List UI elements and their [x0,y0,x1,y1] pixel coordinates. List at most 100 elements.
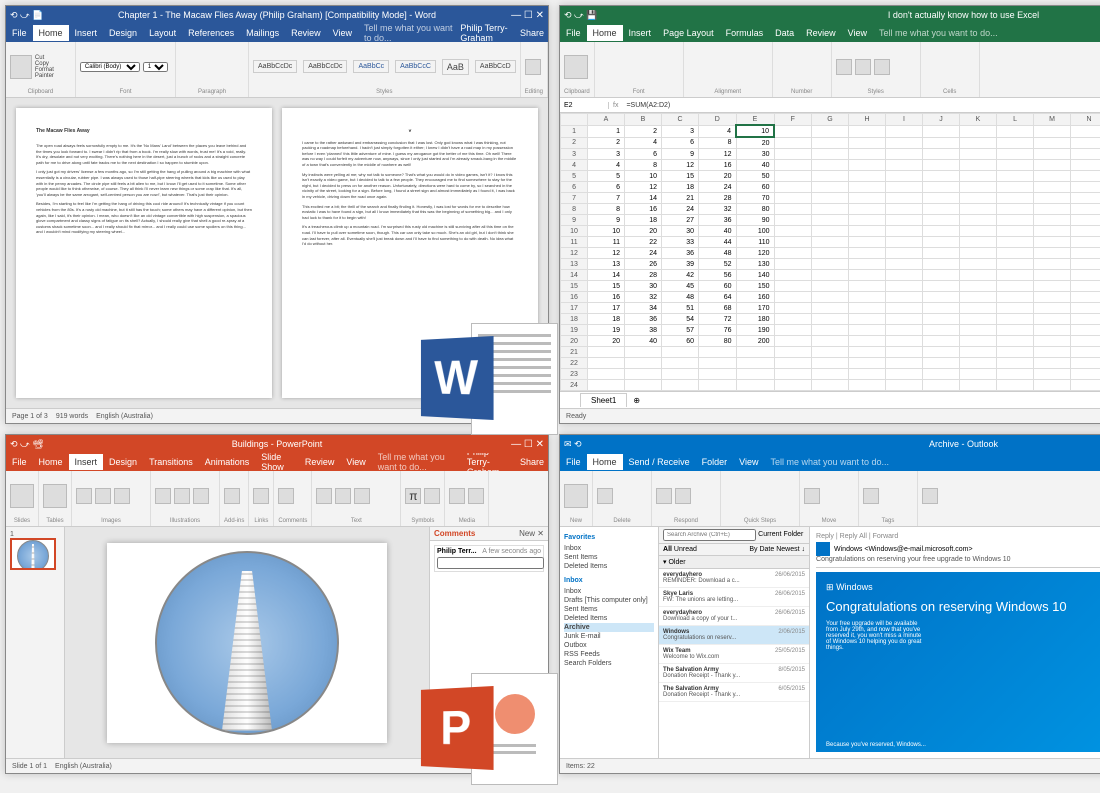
col-header[interactable]: A [588,114,625,126]
cell[interactable] [736,347,774,358]
cell[interactable] [849,182,886,193]
cell[interactable] [774,380,812,391]
new-slide-icon[interactable] [10,484,34,508]
new-comment-button[interactable]: New [519,529,535,538]
cell[interactable] [1034,292,1071,303]
cell[interactable] [849,149,886,160]
user-name[interactable]: Philip Terry-Graham [460,23,514,43]
cell[interactable]: 6 [662,137,699,149]
tab-pagelayout[interactable]: Page Layout [657,25,720,41]
cell[interactable]: 48 [699,248,737,259]
cell[interactable] [1034,270,1071,281]
cell[interactable] [774,358,812,369]
tab-file[interactable]: File [6,25,33,41]
nav-sent[interactable]: Sent Items [564,553,654,562]
cell[interactable]: 9 [588,215,625,226]
tab-view[interactable]: View [340,454,371,470]
cell[interactable] [960,325,997,336]
cell[interactable] [1034,125,1071,137]
cell[interactable] [774,336,812,347]
cell[interactable]: 24 [625,248,662,259]
tab-folder[interactable]: Folder [696,454,734,470]
cell[interactable] [960,347,997,358]
cell[interactable] [774,226,812,237]
row-header[interactable]: 4 [561,160,588,171]
smartart-icon[interactable] [174,488,190,504]
reply-icon[interactable] [656,488,672,504]
col-header[interactable]: I [886,114,923,126]
cell[interactable] [960,314,997,325]
cell[interactable] [1071,358,1100,369]
cell[interactable] [625,358,662,369]
cell[interactable] [812,226,849,237]
cell[interactable] [960,248,997,259]
cell[interactable]: 36 [662,248,699,259]
link-icon[interactable] [253,488,269,504]
cell[interactable] [812,270,849,281]
cell[interactable]: 30 [662,226,699,237]
shapes-icon[interactable] [155,488,171,504]
formula-input[interactable]: =SUM(A2:D2) [622,102,674,109]
nav-deleted[interactable]: Deleted Items [564,562,654,571]
cell[interactable] [1071,259,1100,270]
message-item[interactable]: 2/06/2015WindowsCongratulations on reser… [659,626,809,645]
cell[interactable] [960,215,997,226]
cell[interactable]: 17 [588,303,625,314]
cell[interactable] [774,137,812,149]
cell[interactable] [625,347,662,358]
slide-editor[interactable] [65,527,429,758]
cell[interactable] [774,160,812,171]
pictures-icon[interactable] [76,488,92,504]
cell[interactable]: 30 [736,149,774,160]
tab-home[interactable]: Home [587,25,623,41]
folder-rss[interactable]: RSS Feeds [564,650,654,659]
folder-outbox[interactable]: Outbox [564,641,654,650]
cell[interactable] [849,204,886,215]
cell[interactable]: 5 [588,171,625,182]
cell[interactable] [960,193,997,204]
comment-reply-input[interactable] [437,557,544,569]
cell[interactable] [1071,182,1100,193]
cell[interactable]: 24 [699,182,737,193]
cell[interactable] [812,237,849,248]
cell[interactable] [923,369,960,380]
cell[interactable] [774,248,812,259]
cell[interactable] [1071,336,1100,347]
cell[interactable] [812,336,849,347]
cell[interactable] [997,369,1034,380]
cell[interactable] [960,358,997,369]
cell[interactable] [960,182,997,193]
cell[interactable] [699,358,737,369]
cell[interactable] [625,369,662,380]
cell[interactable] [997,259,1034,270]
forward-icon[interactable] [675,488,691,504]
cell[interactable] [1071,281,1100,292]
cell[interactable] [1071,125,1100,137]
cell[interactable] [662,358,699,369]
quick-access[interactable]: ⟲ ⤻ 📽 [10,439,44,450]
row-header[interactable]: 5 [561,171,588,182]
cell[interactable] [812,137,849,149]
slide-indicator[interactable]: Slide 1 of 1 [12,763,47,770]
cell[interactable] [849,325,886,336]
cell[interactable] [997,336,1034,347]
cell[interactable]: 22 [625,237,662,248]
font-size[interactable]: 11 [143,62,168,72]
cell[interactable]: 14 [588,270,625,281]
cell[interactable] [1071,171,1100,182]
cell[interactable]: 50 [736,171,774,182]
cell[interactable]: 26 [625,259,662,270]
tab-file[interactable]: File [6,454,33,470]
row-header[interactable]: 2 [561,137,588,149]
folder-junk[interactable]: Junk E-mail [564,632,654,641]
row-header[interactable]: 11 [561,237,588,248]
cell[interactable] [960,380,997,391]
cell[interactable] [849,347,886,358]
paste-icon[interactable] [564,55,588,79]
cell[interactable] [774,125,812,137]
tab-mailings[interactable]: Mailings [240,25,285,41]
conditional-format-icon[interactable] [836,59,852,75]
tab-home[interactable]: Home [587,454,623,470]
col-header[interactable]: D [699,114,737,126]
tab-design[interactable]: Design [103,25,143,41]
